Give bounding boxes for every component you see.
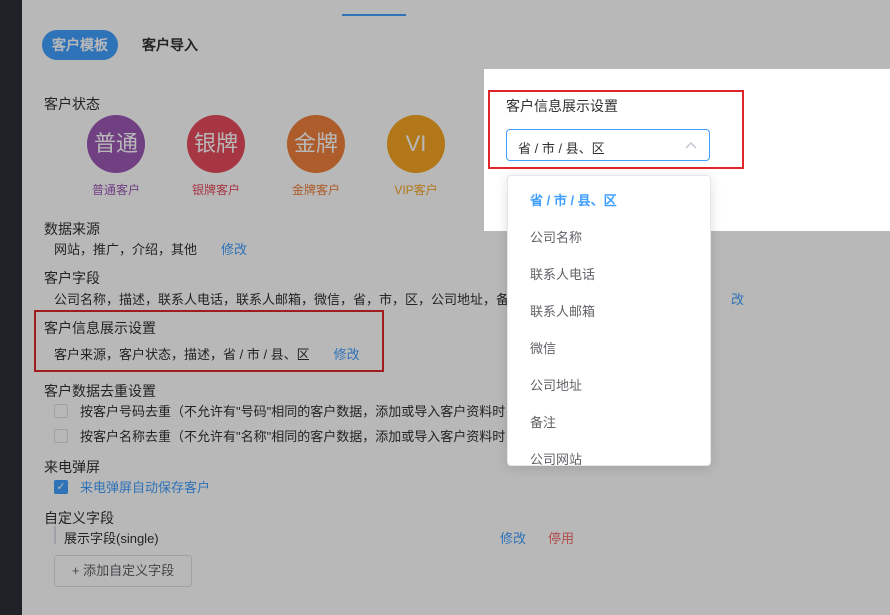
dropdown-option-company-address[interactable]: 公司地址 [508, 367, 710, 404]
dropdown-option-contact-email[interactable]: 联系人邮箱 [508, 293, 710, 330]
dropdown-option-province-city-district[interactable]: 省 / 市 / 县、区 [508, 182, 710, 219]
dropdown-option-wechat[interactable]: 微信 [508, 330, 710, 367]
dropdown-option-company-website[interactable]: 公司网站 [508, 441, 710, 465]
select-dropdown: 省 / 市 / 县、区 公司名称 联系人电话 联系人邮箱 微信 公司地址 备注 … [507, 175, 711, 466]
dropdown-option-company-name[interactable]: 公司名称 [508, 219, 710, 256]
dropdown-option-contact-phone[interactable]: 联系人电话 [508, 256, 710, 293]
highlight-box-dialog [488, 90, 744, 169]
dropdown-option-remarks[interactable]: 备注 [508, 404, 710, 441]
